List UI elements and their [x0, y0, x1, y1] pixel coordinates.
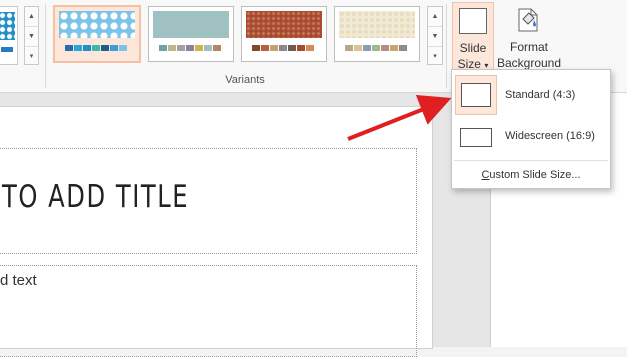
- format-background-button[interactable]: Format Background: [494, 2, 564, 70]
- variant-color-swatch: [110, 45, 118, 51]
- variant-color-swatch: [213, 45, 221, 51]
- menu-item-custom-label: ustom Slide Size...: [489, 169, 581, 181]
- variant-color-swatch: [83, 45, 91, 51]
- variant-color-swatch: [306, 45, 314, 51]
- variant-color-swatch: [279, 45, 287, 51]
- variant-color-swatch: [345, 45, 353, 51]
- variant-color-swatch: [270, 45, 278, 51]
- scroll-down-icon[interactable]: ▼: [25, 27, 38, 47]
- variant-color-swatch: [204, 45, 212, 51]
- menu-divider: [454, 160, 608, 161]
- variant-color-bar: [252, 45, 314, 51]
- variant-4[interactable]: [334, 6, 420, 62]
- scroll-up-icon[interactable]: ▲: [25, 7, 38, 27]
- theme-gallery-partial[interactable]: [0, 6, 18, 65]
- slide-size-dropdown: Standard (4:3) Widescreen (16:9) Custom …: [451, 69, 611, 189]
- variant-color-bar: [65, 45, 127, 51]
- variant-preview: [59, 11, 135, 38]
- variant-color-swatch: [119, 45, 127, 51]
- slide-size-label: Slide: [459, 41, 487, 55]
- variant-color-swatch: [101, 45, 109, 51]
- variants-gallery-scroll[interactable]: ▲ ▼ ▾: [427, 6, 443, 65]
- variant-color-bar: [345, 45, 407, 51]
- variant-color-swatch: [363, 45, 371, 51]
- standard-aspect-icon: [461, 83, 491, 107]
- variant-preview: [246, 11, 322, 38]
- variant-color-swatch: [354, 45, 362, 51]
- menu-item-widescreen[interactable]: Widescreen (16:9): [452, 118, 610, 158]
- slide-size-button[interactable]: Slide Size ▾: [452, 2, 494, 72]
- variant-3[interactable]: [241, 6, 327, 62]
- group-divider: [45, 4, 46, 88]
- group-divider: [446, 4, 447, 88]
- variant-preview: [153, 11, 229, 38]
- variant-color-swatch: [252, 45, 260, 51]
- variant-color-swatch: [288, 45, 296, 51]
- variant-color-swatch: [92, 45, 100, 51]
- variant-color-swatch: [372, 45, 380, 51]
- variant-color-swatch: [74, 45, 82, 51]
- variant-color-swatch: [65, 45, 73, 51]
- variant-color-swatch: [186, 45, 194, 51]
- more-icon[interactable]: ▾: [428, 47, 442, 66]
- variant-color-swatch: [381, 45, 389, 51]
- theme-pattern: [0, 12, 15, 40]
- theme-gallery-scroll[interactable]: ▲ ▼ ▾: [24, 6, 39, 65]
- more-icon[interactable]: ▾: [25, 47, 38, 66]
- format-background-label: Format: [509, 40, 548, 54]
- variants-group-label: Variants: [225, 74, 265, 86]
- annotation-arrow-icon: [347, 95, 452, 141]
- variant-color-swatch: [390, 45, 398, 51]
- theme-swatch: [1, 47, 13, 52]
- variant-2[interactable]: [148, 6, 234, 62]
- menu-item-standard-label: Standard (4:3): [505, 89, 576, 101]
- variant-preview: [339, 11, 415, 38]
- format-background-icon: [518, 8, 538, 32]
- variant-color-swatch: [159, 45, 167, 51]
- menu-item-standard[interactable]: Standard (4:3): [452, 73, 610, 115]
- variant-color-swatch: [177, 45, 185, 51]
- title-placeholder[interactable]: TO ADD TITLE: [0, 148, 417, 254]
- body-placeholder-text: d text: [0, 272, 37, 289]
- menu-item-widescreen-label: Widescreen (16:9): [505, 130, 595, 142]
- variant-1[interactable]: [53, 5, 141, 63]
- variant-color-bar: [159, 45, 221, 51]
- title-placeholder-text: TO ADD TITLE: [2, 179, 190, 215]
- variant-color-swatch: [399, 45, 407, 51]
- body-placeholder[interactable]: d text: [0, 265, 417, 357]
- format-background-label-line2: Background: [496, 56, 562, 70]
- widescreen-aspect-icon: [460, 128, 492, 147]
- variant-color-swatch: [261, 45, 269, 51]
- variant-color-swatch: [195, 45, 203, 51]
- scroll-down-icon[interactable]: ▼: [428, 27, 442, 47]
- variant-color-swatch: [297, 45, 305, 51]
- variant-color-swatch: [168, 45, 176, 51]
- menu-item-custom-slide-size[interactable]: Custom Slide Size...: [452, 166, 610, 184]
- scroll-up-icon[interactable]: ▲: [428, 7, 442, 27]
- slide-size-icon: [459, 8, 487, 34]
